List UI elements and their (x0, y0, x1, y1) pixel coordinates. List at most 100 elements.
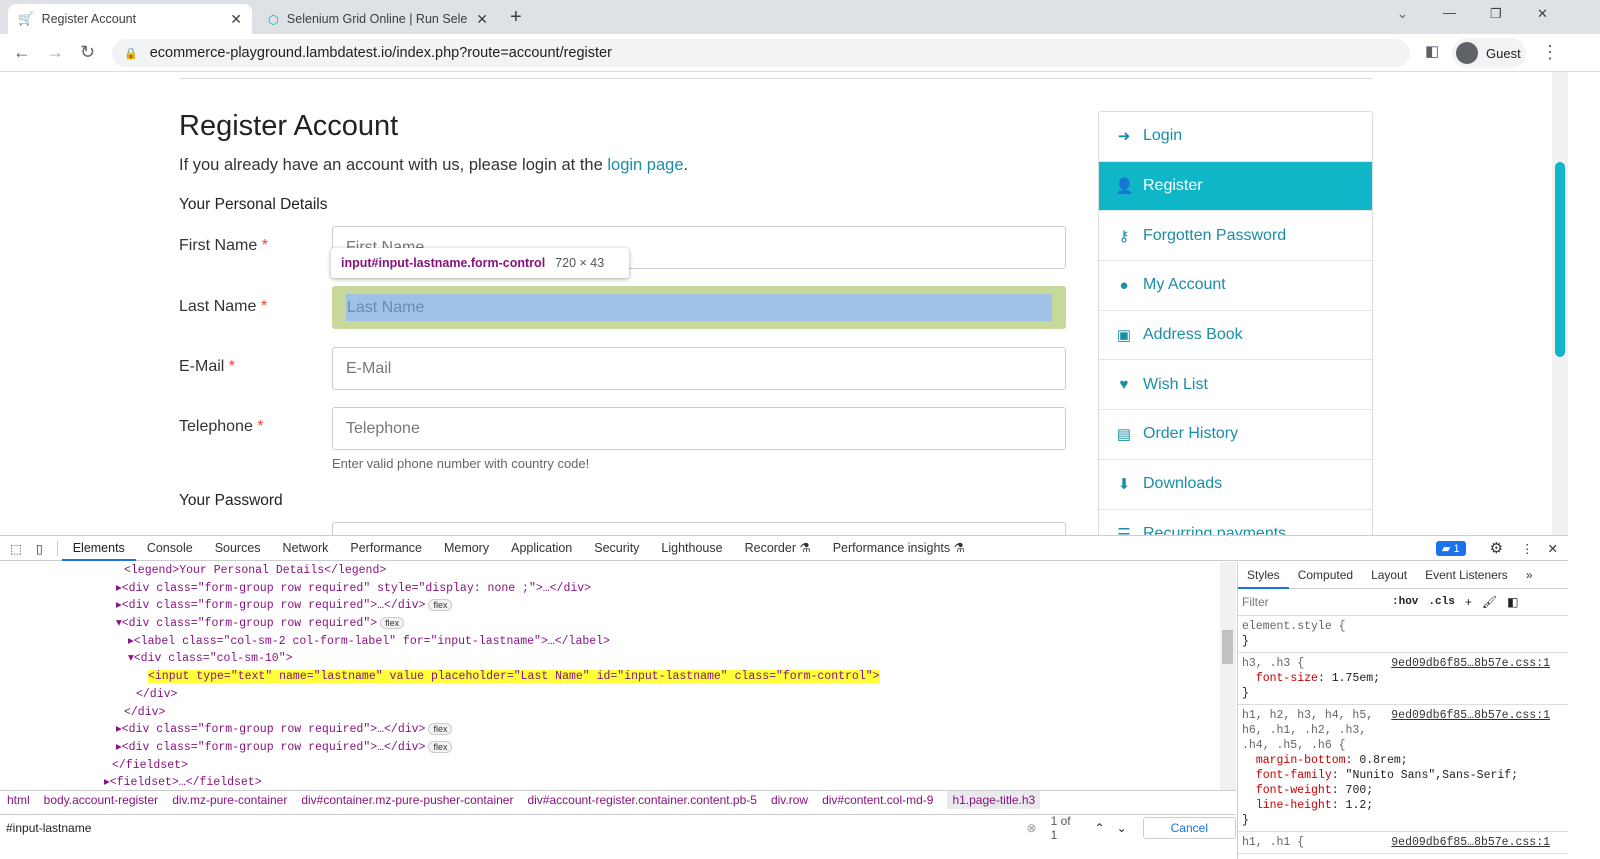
side-panel-icon[interactable]: ◧ (1425, 42, 1439, 60)
last-name-label: Last Name * (179, 298, 268, 315)
dom-node[interactable]: ▸<div class="form-group row required" st… (0, 580, 1222, 598)
sidebar-item-forgotten-password[interactable]: ⚷ Forgotten Password (1099, 211, 1372, 262)
close-devtools-icon[interactable]: ✕ (1542, 541, 1568, 556)
tab-memory[interactable]: Memory (433, 536, 500, 561)
sidebar-item-my-account[interactable]: ● My Account (1099, 261, 1372, 311)
dom-node[interactable]: <legend>Your Personal Details</legend> (0, 562, 1222, 580)
telephone-help: Enter valid phone number with country co… (332, 456, 590, 471)
previous-match-icon[interactable]: ⌃ (1089, 821, 1111, 835)
dom-node[interactable]: ▸<label class="col-sm-2 col-form-label" … (0, 633, 1222, 651)
more-options-icon[interactable]: ⋮ (1513, 541, 1542, 556)
sidebar-item-address-book[interactable]: ▣ Address Book (1099, 311, 1372, 361)
breadcrumb-item[interactable]: div.row (771, 793, 808, 807)
tab-elements[interactable]: Elements (61, 536, 136, 561)
clear-search-icon[interactable]: ⊗ (1027, 821, 1037, 835)
style-rule[interactable]: h1, .h1 {9ed09db6f85…8b57e.css:1 (1238, 832, 1568, 854)
breadcrumb-item[interactable]: h1.page-title.h3 (947, 791, 1041, 809)
menu-icon[interactable]: ⋮ (1541, 42, 1559, 63)
sidebar-item-register[interactable]: 👤 Register (1099, 161, 1372, 212)
tab-performance-insights[interactable]: Performance insights ⚗ (822, 536, 976, 561)
login-page-link[interactable]: login page (607, 156, 683, 174)
sidebar-item-wish-list[interactable]: ♥ Wish List (1099, 360, 1372, 411)
restore-button[interactable]: ❐ (1490, 6, 1502, 22)
styles-pane: Styles Computed Layout Event Listeners »… (1237, 562, 1568, 859)
inspect-element-icon[interactable]: ⬚ (0, 541, 30, 556)
sidebar-item-downloads[interactable]: ⬇ Downloads (1099, 460, 1372, 510)
breadcrumb-item[interactable]: div#container.mz-pure-pusher-container (301, 793, 513, 807)
email-input[interactable]: E-Mail (332, 347, 1066, 390)
tab-console[interactable]: Console (136, 536, 204, 561)
style-rule[interactable]: element.style {} (1238, 616, 1568, 653)
dom-node[interactable]: ▾<div class="form-group row required"> fl… (0, 615, 1222, 633)
forward-icon[interactable]: → (46, 42, 64, 63)
browser-tab-register[interactable]: 🛒 Register Account ✕ (8, 4, 252, 34)
issues-badge[interactable]: ▰ 1 (1435, 540, 1466, 556)
close-tab-icon[interactable]: ✕ (476, 11, 488, 28)
tab-search-icon[interactable]: ⌄ (1397, 6, 1408, 22)
back-icon[interactable]: ← (13, 42, 31, 63)
tab-lighthouse[interactable]: Lighthouse (650, 536, 733, 561)
styles-filter-input[interactable]: Filter (1242, 595, 1382, 609)
sidebar-item-recurring-payments[interactable]: ☰ Recurring payments (1099, 510, 1372, 535)
dom-node[interactable]: ▸<div class="form-group row required">…<… (0, 597, 1222, 615)
selected-dom-node[interactable]: <input type="text" name="lastname" value… (148, 670, 880, 684)
new-style-rule-icon[interactable]: + (1465, 595, 1472, 609)
breadcrumb-item[interactable]: body.account-register (44, 793, 159, 807)
url-input[interactable]: 🔒 ecommerce-playground.lambdatest.io/ind… (112, 39, 1410, 67)
cls-toggle[interactable]: .cls (1428, 596, 1454, 608)
paint-icon[interactable]: 🖌 (1482, 595, 1497, 609)
dom-search-input[interactable]: #input-lastname (0, 821, 1027, 835)
dom-node[interactable]: </fieldset> (0, 757, 1222, 775)
close-tab-icon[interactable]: ✕ (230, 11, 242, 28)
next-match-icon[interactable]: ⌄ (1111, 821, 1133, 835)
tab-styles[interactable]: Styles (1238, 562, 1289, 589)
password-input[interactable] (332, 522, 1066, 535)
page-scrollbar[interactable] (1552, 72, 1568, 535)
dom-node[interactable]: ▸<div class="form-group row required">…<… (0, 721, 1222, 739)
hov-toggle[interactable]: :hov (1392, 596, 1418, 608)
tab-network[interactable]: Network (272, 536, 340, 561)
breadcrumb-item[interactable]: html (7, 793, 30, 807)
tab-recorder[interactable]: Recorder ⚗ (734, 536, 822, 561)
style-rule[interactable]: h1, h2, h3, h4, h5, h6, .h1, .h2, .h3, .… (1238, 705, 1568, 832)
dom-node[interactable]: ▸<div class="form-group row required">…<… (0, 739, 1222, 757)
browser-tab-selenium[interactable]: ⬡ Selenium Grid Online | Run Selen ✕ (258, 4, 498, 34)
close-window-button[interactable]: ✕ (1537, 6, 1548, 22)
sidebar-item-login[interactable]: ➜ Login (1099, 112, 1372, 162)
breadcrumb-item[interactable]: div#account-register.container.content.p… (527, 793, 756, 807)
lock-icon: 🔒 (124, 47, 138, 60)
settings-icon[interactable]: ⚙ (1466, 539, 1513, 557)
key-icon: ⚷ (1118, 227, 1130, 245)
profile-button[interactable]: Guest (1452, 38, 1526, 68)
tab-performance[interactable]: Performance (339, 536, 433, 561)
tab-computed[interactable]: Computed (1289, 562, 1362, 589)
dom-tree: <legend>Your Personal Details</legend> ▸… (0, 562, 1222, 790)
dom-node[interactable]: </div> (0, 686, 1222, 704)
tab-event-listeners[interactable]: Event Listeners (1416, 562, 1517, 589)
download-icon: ⬇ (1117, 476, 1131, 494)
reload-icon[interactable]: ↻ (80, 42, 95, 63)
dom-node[interactable]: ▸<fieldset>…</fieldset> (0, 774, 1222, 790)
dom-node[interactable]: </div> (0, 704, 1222, 722)
more-tabs-icon[interactable]: » (1517, 562, 1542, 589)
sidebar-item-order-history[interactable]: ▤ Order History (1099, 410, 1372, 460)
style-rule[interactable]: h3, .h3 {9ed09db6f85…8b57e.css:1 font-si… (1238, 653, 1568, 705)
tab-application[interactable]: Application (500, 536, 583, 561)
telephone-input[interactable]: Telephone (332, 407, 1066, 450)
new-tab-button[interactable]: + (510, 6, 522, 29)
tab-layout[interactable]: Layout (1362, 562, 1416, 589)
last-name-input[interactable]: Last Name (332, 286, 1066, 329)
minimize-button[interactable]: — (1443, 5, 1456, 20)
dom-search-bar: #input-lastname ⊗ 1 of 1 ⌃ ⌄ Cancel (0, 814, 1236, 842)
tab-security[interactable]: Security (583, 536, 650, 561)
toggle-sidebar-icon[interactable]: ◧ (1507, 595, 1518, 609)
breadcrumb-item[interactable]: div.mz-pure-container (172, 793, 287, 807)
breadcrumb-item[interactable]: div#content.col-md-9 (822, 793, 933, 807)
avatar-icon (1456, 42, 1478, 64)
dom-node[interactable]: ▾<div class="col-sm-10"> (0, 650, 1222, 668)
tab-sources[interactable]: Sources (204, 536, 272, 561)
elements-scrollbar[interactable] (1220, 562, 1236, 790)
login-prompt: If you already have an account with us, … (179, 156, 689, 174)
cancel-search-button[interactable]: Cancel (1142, 816, 1236, 839)
device-toolbar-icon[interactable]: ▯ (30, 540, 58, 556)
